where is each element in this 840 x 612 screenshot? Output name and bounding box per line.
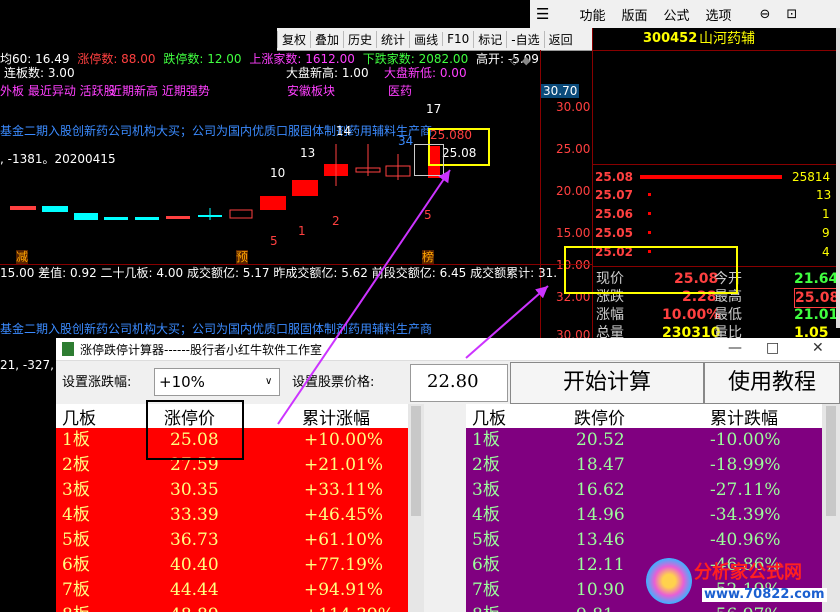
annotation-arrows [277, 169, 549, 425]
watermark-logo: 分析家公式网 www.70822.com [646, 556, 838, 610]
arrow-to-chart [277, 169, 451, 425]
watermark-text: 分析家公式网 [694, 562, 802, 583]
arrow-to-quote [465, 285, 549, 359]
watermark-url: www.70822.com [702, 587, 827, 602]
flower-icon [646, 558, 692, 604]
